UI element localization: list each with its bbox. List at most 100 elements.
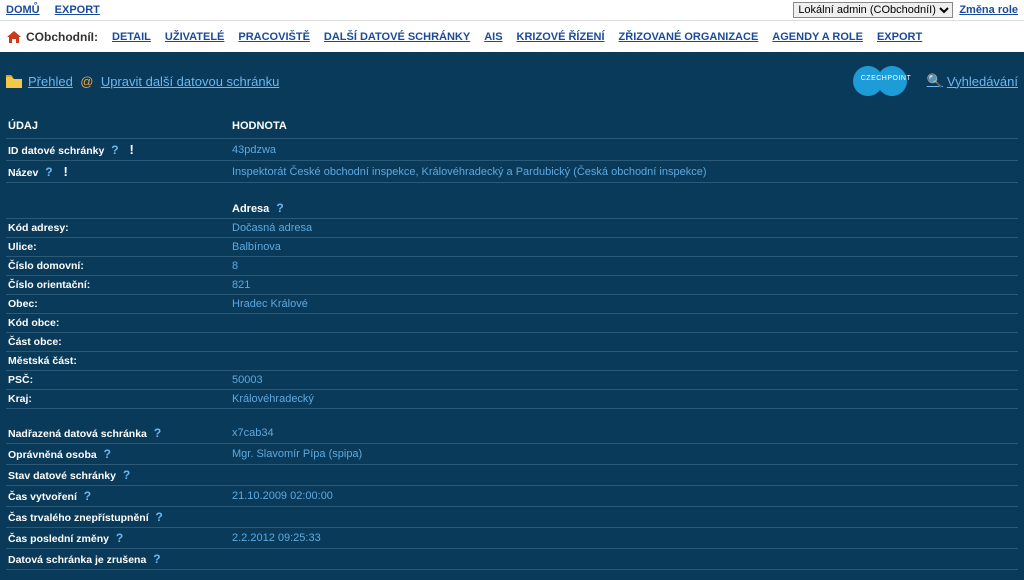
help-icon[interactable]: ? bbox=[276, 201, 283, 215]
table-row: Ulice: Balbínova bbox=[6, 238, 1018, 257]
search-link[interactable]: 🔍 Vyhledávání bbox=[927, 73, 1018, 89]
addr-code-value: Dočasná adresa bbox=[230, 219, 1018, 238]
overview-link[interactable]: Přehled bbox=[28, 74, 73, 89]
help-icon[interactable]: ? bbox=[84, 489, 91, 503]
export-link[interactable]: EXPORT bbox=[55, 4, 100, 16]
parent-label: Nadřazená datová schránka bbox=[8, 428, 147, 440]
citycode-value bbox=[230, 314, 1018, 333]
header-label: ÚDAJ bbox=[6, 114, 230, 139]
home-link[interactable]: DOMŮ bbox=[6, 4, 40, 16]
id-label: ID datové schránky bbox=[8, 145, 104, 157]
city-value: Hradec Králové bbox=[230, 295, 1018, 314]
help-icon[interactable]: ? bbox=[116, 531, 123, 545]
header-value: HODNOTA bbox=[230, 114, 1018, 139]
house-icon bbox=[6, 30, 22, 44]
actionbar: Přehled @ Upravit další datovou schránku… bbox=[6, 66, 1018, 96]
table-row: Stav datové schránky ? bbox=[6, 464, 1018, 485]
table-row: Název ? ! Inspektorát České obchodní ins… bbox=[6, 161, 1018, 183]
nav-datove-schranky[interactable]: DALŠÍ DATOVÉ SCHRÁNKY bbox=[324, 31, 470, 43]
address-label: Adresa bbox=[232, 203, 269, 215]
nav-pracoviste[interactable]: PRACOVIŠTĚ bbox=[238, 31, 310, 43]
parent-value: x7cab34 bbox=[230, 423, 1018, 444]
help-icon[interactable]: ? bbox=[154, 426, 161, 440]
region-label: Kraj: bbox=[6, 390, 230, 409]
search-icon: 🔍 bbox=[927, 73, 943, 89]
table-row: Obec: Hradec Králové bbox=[6, 295, 1018, 314]
nav-ais[interactable]: AIS bbox=[484, 31, 502, 43]
folder-icon bbox=[6, 75, 22, 88]
table-row: Nadřazená datová schránka ? x7cab34 bbox=[6, 423, 1018, 444]
czechpoint-badge: CZECHPOINT bbox=[847, 66, 917, 96]
orientno-value: 821 bbox=[230, 276, 1018, 295]
nav-agendy[interactable]: AGENDY A ROLE bbox=[772, 31, 863, 43]
detail-table: ÚDAJ HODNOTA ID datové schránky ? ! 43pd… bbox=[6, 114, 1018, 570]
perm-unavail-label: Čas trvalého znepřístupnění bbox=[8, 512, 149, 524]
help-icon[interactable]: ? bbox=[156, 510, 163, 524]
table-row: Čas trvalého znepřístupnění ? bbox=[6, 506, 1018, 527]
cancelled-label: Datová schránka je zrušena bbox=[8, 554, 146, 566]
lastchange-label: Čas poslední změny bbox=[8, 533, 109, 545]
help-icon[interactable]: ? bbox=[111, 143, 118, 157]
table-row: PSČ: 50003 bbox=[6, 371, 1018, 390]
org-name: CObchodníI: bbox=[26, 30, 98, 44]
city-label: Obec: bbox=[6, 295, 230, 314]
warning-icon: ! bbox=[129, 142, 133, 157]
name-value: Inspektorát České obchodní inspekce, Krá… bbox=[230, 161, 1018, 183]
houseno-value: 8 bbox=[230, 257, 1018, 276]
table-row: Číslo orientační: 821 bbox=[6, 276, 1018, 295]
table-row: Číslo domovní: 8 bbox=[6, 257, 1018, 276]
table-row: Kód obce: bbox=[6, 314, 1018, 333]
org-logo: CObchodníI: bbox=[6, 30, 98, 44]
role-select[interactable]: Lokální admin (CObchodníI) bbox=[793, 2, 953, 18]
nav-organizace[interactable]: ZŘIZOVANÉ ORGANIZACE bbox=[619, 31, 759, 43]
spacer bbox=[6, 409, 1018, 423]
table-header-row: ÚDAJ HODNOTA bbox=[6, 114, 1018, 139]
search-label: Vyhledávání bbox=[947, 74, 1018, 89]
created-label: Čas vytvoření bbox=[8, 491, 77, 503]
table-row: Oprávněná osoba ? Mgr. Slavomír Pípa (sp… bbox=[6, 443, 1018, 464]
help-icon[interactable]: ? bbox=[104, 447, 111, 461]
name-label: Název bbox=[8, 167, 38, 179]
lastchange-value: 2.2.2012 09:25:33 bbox=[230, 527, 1018, 548]
orientno-label: Číslo orientační: bbox=[6, 276, 230, 295]
nav-detail[interactable]: DETAIL bbox=[112, 31, 151, 43]
status-value bbox=[230, 464, 1018, 485]
topbar-right: Lokální admin (CObchodníI) Změna role bbox=[793, 2, 1018, 18]
nav-krizove[interactable]: KRIZOVÉ ŘÍZENÍ bbox=[517, 31, 605, 43]
addr-code-label: Kód adresy: bbox=[6, 219, 230, 238]
nav-export[interactable]: EXPORT bbox=[877, 31, 922, 43]
topbar: DOMŮ EXPORT Lokální admin (CObchodníI) Z… bbox=[0, 0, 1024, 20]
table-row: Čas vytvoření ? 21.10.2009 02:00:00 bbox=[6, 485, 1018, 506]
table-row: ID datové schránky ? ! 43pdzwa bbox=[6, 139, 1018, 161]
id-value: 43pdzwa bbox=[230, 139, 1018, 161]
citypart-value bbox=[230, 333, 1018, 352]
badge-text: CZECHPOINT bbox=[861, 75, 912, 82]
actionbar-right: CZECHPOINT 🔍 Vyhledávání bbox=[847, 66, 1018, 96]
help-icon[interactable]: ? bbox=[45, 165, 52, 179]
help-icon[interactable]: ? bbox=[123, 468, 130, 482]
created-value: 21.10.2009 02:00:00 bbox=[230, 485, 1018, 506]
street-value: Balbínova bbox=[230, 238, 1018, 257]
district-label: Městská část: bbox=[6, 352, 230, 371]
help-icon[interactable]: ? bbox=[153, 552, 160, 566]
table-row: Kód adresy: Dočasná adresa bbox=[6, 219, 1018, 238]
citypart-label: Část obce: bbox=[6, 333, 230, 352]
edit-link[interactable]: Upravit další datovou schránku bbox=[101, 74, 279, 89]
table-row: Část obce: bbox=[6, 333, 1018, 352]
status-label: Stav datové schránky bbox=[8, 470, 116, 482]
navbar: CObchodníI: DETAIL UŽIVATELÉ PRACOVIŠTĚ … bbox=[0, 20, 1024, 52]
table-row: Datová schránka je zrušena ? bbox=[6, 548, 1018, 569]
topbar-left: DOMŮ EXPORT bbox=[6, 4, 112, 16]
nav-uzivatele[interactable]: UŽIVATELÉ bbox=[165, 31, 224, 43]
region-value: Královéhradecký bbox=[230, 390, 1018, 409]
section-address: Adresa ? bbox=[6, 183, 1018, 219]
street-label: Ulice: bbox=[6, 238, 230, 257]
actionbar-left: Přehled @ Upravit další datovou schránku bbox=[6, 74, 279, 89]
warning-icon: ! bbox=[64, 164, 68, 179]
auth-value: Mgr. Slavomír Pípa (spipa) bbox=[230, 443, 1018, 464]
table-row: Čas poslední změny ? 2.2.2012 09:25:33 bbox=[6, 527, 1018, 548]
citycode-label: Kód obce: bbox=[6, 314, 230, 333]
change-role-link[interactable]: Změna role bbox=[959, 4, 1018, 16]
main: Přehled @ Upravit další datovou schránku… bbox=[0, 52, 1024, 580]
auth-label: Oprávněná osoba bbox=[8, 449, 97, 461]
